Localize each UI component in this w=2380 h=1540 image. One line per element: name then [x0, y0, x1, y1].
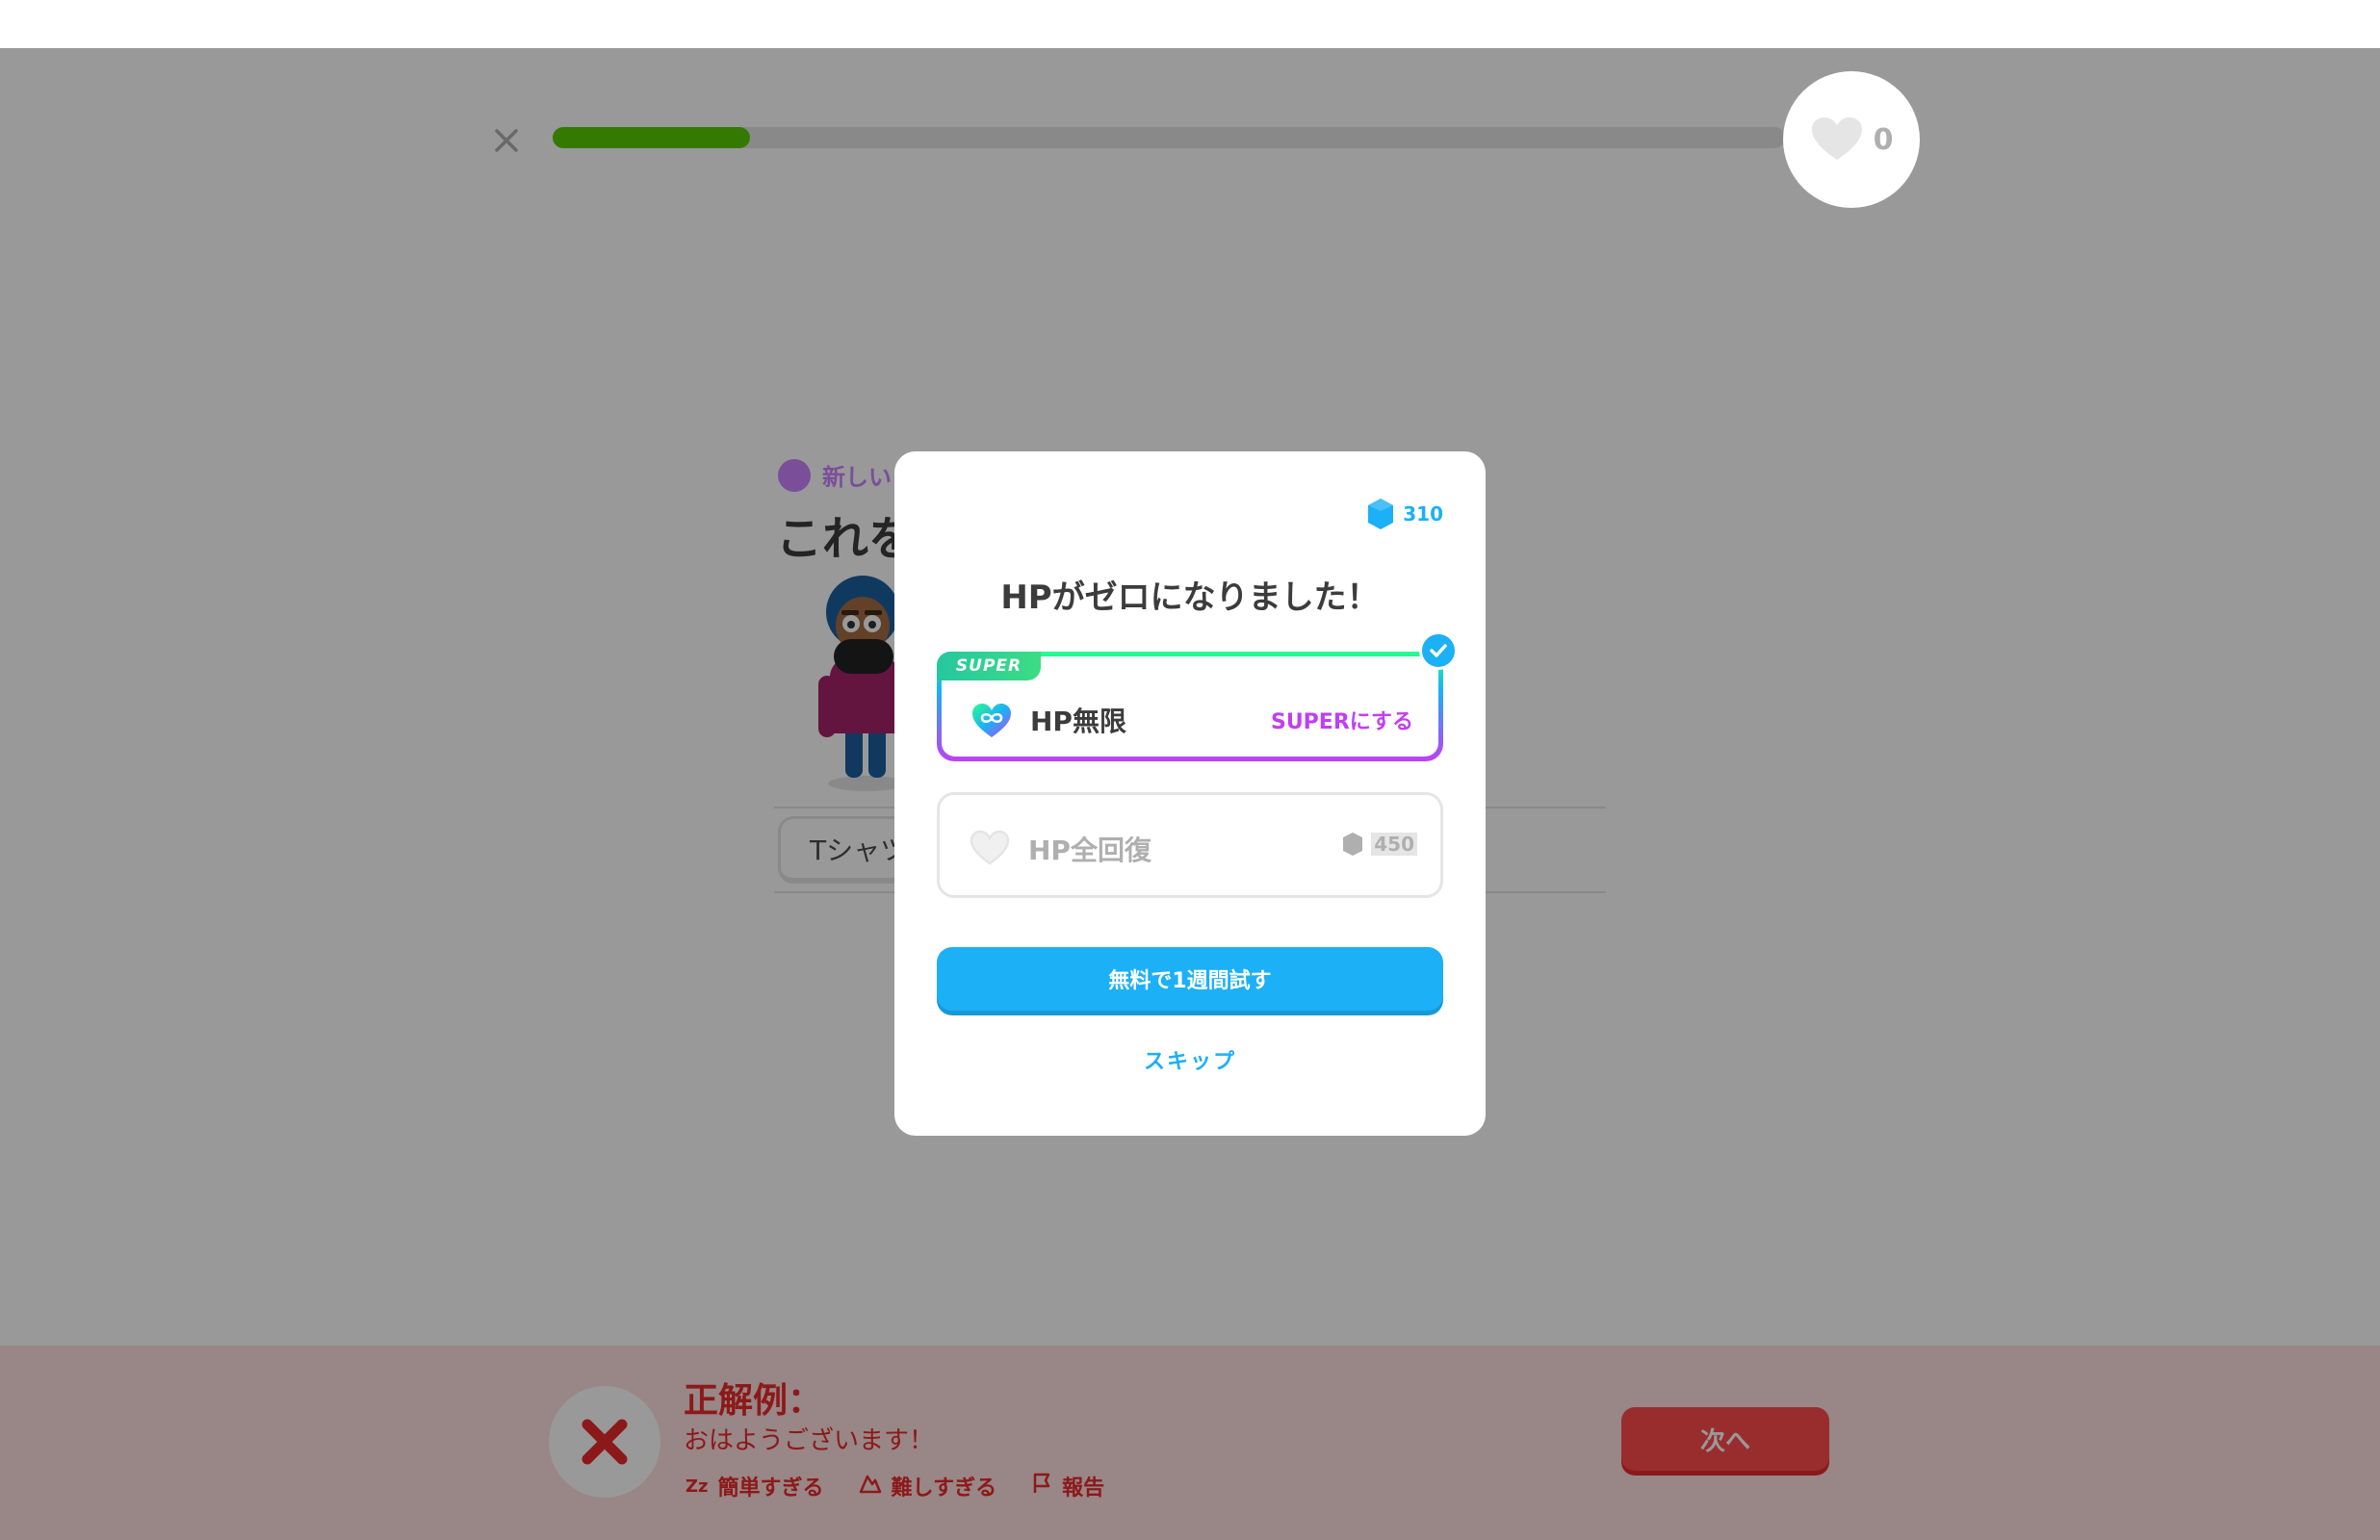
- out-of-hearts-modal: 310 HPがゼロになりました！ SUPER HP無限 SUPERにする HP全…: [894, 451, 1486, 1136]
- unlimited-hearts-option[interactable]: SUPER HP無限 SUPERにする: [937, 631, 1458, 761]
- gem-icon: [1368, 499, 1394, 529]
- refill-price-value: 450: [1371, 833, 1417, 856]
- gems-count: 310: [1403, 502, 1443, 526]
- selected-check-icon: [1419, 631, 1458, 670]
- gem-gray-icon: [1343, 833, 1363, 856]
- hearts-count: 0: [1873, 122, 1894, 157]
- super-tag: SUPER: [937, 652, 1041, 680]
- refill-hearts-label: HP全回復: [1028, 834, 1151, 866]
- heart-icon: [1811, 117, 1862, 160]
- free-trial-button[interactable]: 無料で1週間試す: [937, 947, 1443, 1011]
- refill-hearts-option[interactable]: HP全回復 450: [937, 792, 1443, 898]
- unlimited-hearts-label: HP無限: [1030, 706, 1126, 737]
- gems-balance: 310: [1366, 498, 1443, 530]
- infinity-heart-icon: [970, 703, 1013, 743]
- refill-price: 450: [1342, 832, 1417, 857]
- heart-outline-icon: [969, 830, 1011, 870]
- get-super-link[interactable]: SUPERにする: [1271, 705, 1413, 735]
- hearts-indicator[interactable]: 0: [1783, 71, 1920, 208]
- modal-title: HPがゼロになりました！: [1000, 578, 1380, 617]
- skip-button[interactable]: スキップ: [894, 1044, 1486, 1075]
